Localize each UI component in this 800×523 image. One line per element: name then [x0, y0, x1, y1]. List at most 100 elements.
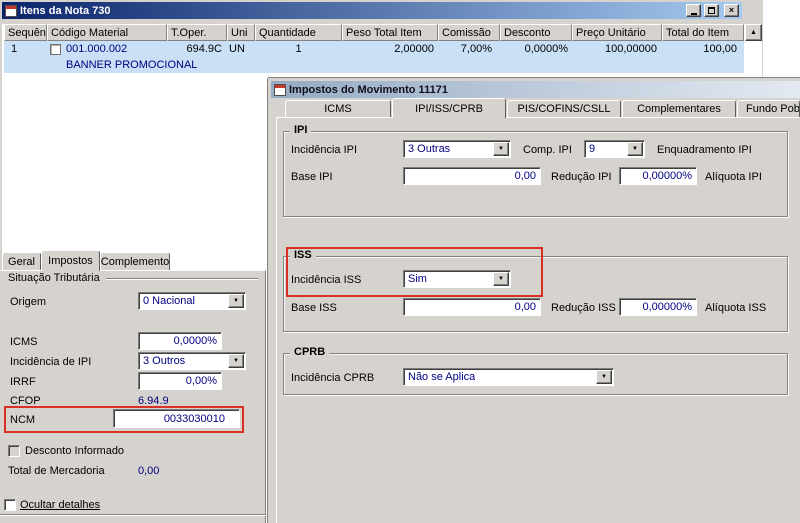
tab-impostos[interactable]: Impostos [41, 250, 100, 271]
reducao-ipi-label: Redução IPI [551, 171, 612, 183]
tab-geral[interactable]: Geral [2, 252, 41, 270]
ncm-field[interactable]: 0033030010 [113, 409, 240, 428]
cprb-group-title: CPRB [290, 346, 330, 359]
panel-bottom-divider [0, 514, 266, 516]
cell-toper: 694.9C [186, 43, 222, 55]
codigo-material-value: 001.000.002 [66, 43, 128, 55]
aliquota-ipi-label: Alíquota IPI [705, 171, 762, 183]
tab-ipi-iss-cprb[interactable]: IPI/ISS/CPRB [392, 98, 506, 118]
icms-field[interactable]: 0,0000% [138, 332, 222, 350]
ocultar-detalhes-label: Ocultar detalhes [20, 499, 101, 511]
icms-label: ICMS [10, 336, 38, 348]
incidencia-cprb-label: Incidência CPRB [291, 372, 375, 384]
incidencia-ipi-select[interactable]: 3 Outros ▼ [138, 352, 246, 370]
irrf-field[interactable]: 0,00% [138, 372, 222, 390]
table-row[interactable]: 1 001.000.002 694.9C UN 1 2,00000 7,00% … [4, 41, 744, 73]
situacao-group-title: Situação Tributária [8, 272, 100, 284]
base-iss-field[interactable]: 0,00 [403, 298, 541, 316]
scrollbar-up-button[interactable]: ▲ [745, 24, 762, 41]
chevron-down-icon: ▼ [233, 358, 239, 364]
column-header-toper[interactable]: T.Oper. [167, 24, 227, 41]
reducao-iss-label: Redução ISS [551, 302, 616, 314]
incidencia-ipi-select-arrow[interactable]: ▼ [493, 142, 509, 156]
chevron-down-icon: ▼ [632, 146, 638, 152]
cell-total: 100,00 [703, 43, 737, 55]
tab-pis-cofins-csll[interactable]: PIS/COFINS/CSLL [507, 100, 621, 117]
cell-codigo: 001.000.002 [47, 41, 167, 57]
base-ipi-label: Base IPI [291, 171, 333, 183]
column-header-uni[interactable]: Uni [227, 24, 255, 41]
aliquota-iss-label: Alíquota ISS [705, 302, 767, 314]
origem-select[interactable]: 0 Nacional ▼ [138, 292, 246, 310]
desconto-informado-label: Desconto Informado [25, 445, 125, 457]
reducao-iss-field[interactable]: 0,00000% [619, 298, 697, 316]
cfop-label: CFOP [10, 395, 41, 407]
ipi-group-title: IPI [290, 124, 312, 137]
column-header-comissao[interactable]: Comissão [438, 24, 500, 41]
cell-uni: UN [229, 43, 245, 55]
enquadramento-ipi-label: Enquadramento IPI [657, 144, 752, 156]
incidencia-ipi-select-arrow[interactable]: ▼ [228, 354, 244, 368]
tab-fundo-pobreza[interactable]: Fundo Pobr [737, 100, 800, 117]
tab-complementares[interactable]: Complementares [622, 100, 736, 117]
incidencia-iss-label: Incidência ISS [291, 274, 362, 286]
desconto-informado-checkbox[interactable] [8, 445, 20, 457]
row-select-checkbox[interactable] [50, 43, 61, 55]
minimize-icon [690, 13, 697, 15]
column-header-preco-unitario[interactable]: Preço Unitário [572, 24, 662, 41]
impostos-window-icon [274, 83, 286, 96]
impostos-window-title: Impostos do Movimento 11171 [289, 83, 448, 96]
reducao-ipi-field[interactable]: 0,00000% [619, 167, 697, 185]
close-icon: × [728, 5, 735, 15]
cell-quantidade: 1 [295, 43, 302, 55]
comp-ipi-select[interactable]: 9 ▼ [584, 140, 645, 158]
situacao-group-line [106, 278, 258, 280]
comp-ipi-label: Comp. IPI [523, 144, 572, 156]
column-header-peso-total[interactable]: Peso Total Item [342, 24, 438, 41]
incidencia-iss-select[interactable]: Sim ▼ [403, 270, 511, 288]
chevron-down-icon: ▼ [498, 146, 504, 152]
scroll-up-icon: ▲ [750, 29, 757, 36]
irrf-label: IRRF [10, 376, 36, 388]
origem-label: Origem [10, 296, 47, 308]
incidencia-cprb-select[interactable]: Não se Aplica ▼ [403, 368, 614, 386]
row-description: BANNER PROMOCIONAL [66, 59, 198, 71]
chevron-down-icon: ▼ [233, 298, 239, 304]
incidencia-ipi-select[interactable]: 3 Outras ▼ [403, 140, 511, 158]
total-mercadoria-label: Total de Mercadoria [8, 465, 105, 477]
screen: Itens da Nota 730 × Sequência Código Mat… [0, 0, 800, 523]
cell-sequencia: 1 [11, 43, 18, 55]
close-button[interactable]: × [724, 4, 739, 17]
comp-ipi-select-arrow[interactable]: ▼ [627, 142, 643, 156]
table-header-row: Sequência Código Material T.Oper. Uni Qu… [4, 24, 744, 41]
maximize-button[interactable] [704, 4, 719, 17]
cell-peso: 2,00000 [394, 43, 434, 55]
iss-group-title: ISS [290, 249, 316, 262]
ncm-label: NCM [10, 414, 36, 426]
column-header-sequencia[interactable]: Sequência [4, 24, 47, 41]
column-header-codigo-material[interactable]: Código Material [47, 24, 167, 41]
column-header-total-item[interactable]: Total do Item [662, 24, 744, 41]
column-header-quantidade[interactable]: Quantidade [255, 24, 342, 41]
cell-desconto: 0,0000% [524, 43, 568, 55]
cfop-value: 6.94.9 [138, 395, 169, 407]
incidencia-ipi-label: Incidência de IPI [10, 356, 92, 368]
base-iss-label: Base ISS [291, 302, 337, 314]
itens-window-titlebar[interactable]: Itens da Nota 730 × [2, 2, 742, 19]
column-header-desconto[interactable]: Desconto [500, 24, 572, 41]
cell-preco: 100,00000 [605, 43, 657, 55]
tab-complemento[interactable]: Complemento [100, 252, 170, 270]
incidencia-ipi-label: Incidência IPI [291, 144, 358, 156]
tab-icms[interactable]: ICMS [285, 100, 391, 117]
itens-window-icon [5, 4, 17, 17]
origem-select-arrow[interactable]: ▼ [228, 294, 244, 308]
impostos-window-titlebar[interactable]: Impostos do Movimento 11171 [271, 81, 800, 98]
incidencia-cprb-select-arrow[interactable]: ▼ [596, 370, 612, 384]
cell-comissao: 7,00% [460, 43, 492, 55]
ocultar-detalhes-checkbox[interactable] [4, 499, 16, 511]
chevron-down-icon: ▼ [498, 276, 504, 282]
maximize-icon [708, 7, 715, 14]
minimize-button[interactable] [686, 4, 701, 17]
base-ipi-field[interactable]: 0,00 [403, 167, 541, 185]
incidencia-iss-select-arrow[interactable]: ▼ [493, 272, 509, 286]
